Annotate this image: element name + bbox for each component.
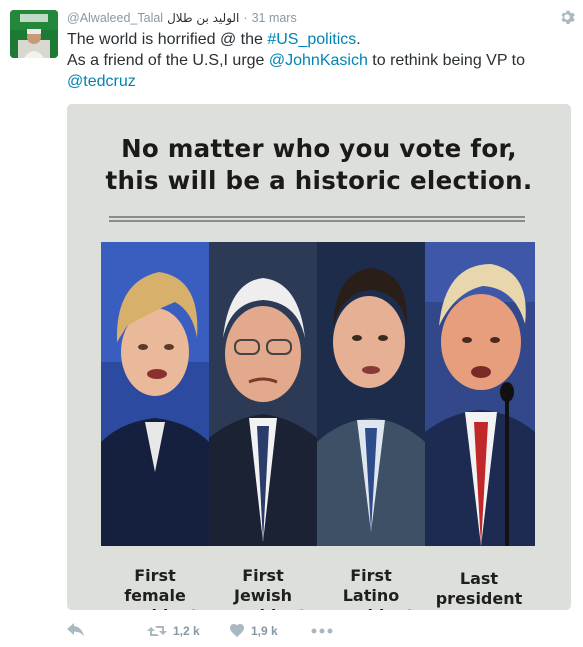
caption-3-line-1: First: [350, 566, 392, 585]
retweet-count: 1,2 k: [173, 624, 200, 638]
mention-link-johnkasich[interactable]: @JohnKasich: [269, 52, 368, 69]
image-headline-line-2: this will be a historic election.: [105, 166, 533, 195]
reply-button[interactable]: [67, 620, 147, 642]
caption-3-line-3: president: [321, 606, 421, 610]
like-count: 1,9 k: [251, 624, 278, 638]
text-segment: As a friend of the U.S,I urge: [67, 52, 269, 69]
caption-3-line-2: Latino: [342, 586, 400, 605]
tweet-text-line-1: The world is horrified @ the #US_politic…: [67, 29, 567, 50]
caption-2-line-2: Jewish: [234, 586, 292, 605]
separator: ·: [243, 11, 248, 25]
caption-4-line-1: Last: [459, 569, 499, 588]
text-segment: to rethink being VP to: [367, 52, 525, 69]
gear-icon[interactable]: [559, 9, 575, 25]
portrait-strip: [101, 242, 535, 546]
retweet-icon: [147, 626, 167, 636]
more-button[interactable]: [311, 620, 351, 642]
caption-4-line-2: president: [435, 589, 523, 608]
caption-1: First female president: [105, 566, 205, 610]
retweet-button[interactable]: 1,2 k: [147, 620, 229, 642]
portrait-4: [425, 242, 535, 546]
reply-icon: [67, 623, 84, 637]
hashtag-link[interactable]: #US_politics: [267, 31, 356, 48]
display-name[interactable]: الوليد بن طلال: [167, 11, 239, 25]
timestamp[interactable]: 31 mars: [252, 11, 297, 25]
caption-1-line-1: First: [134, 566, 176, 585]
portrait-2: [209, 242, 317, 546]
tweet-actions: 1,2 k 1,9 k: [67, 620, 351, 642]
caption-2: First Jewish president: [213, 566, 313, 610]
tweet-text-line-2: As a friend of the U.S,I urge @JohnKasic…: [67, 50, 567, 71]
tweet-text: The world is horrified @ the #US_politic…: [67, 29, 567, 92]
text-segment: The world is horrified @ the: [67, 31, 268, 48]
caption-1-line-3: president: [105, 606, 205, 610]
user-handle[interactable]: @Alwaleed_Talal: [67, 11, 163, 25]
tweet-header: @Alwaleed_Talal الوليد بن طلال · 31 mars: [67, 10, 297, 26]
more-icon: [311, 628, 333, 634]
tweet[interactable]: @Alwaleed_Talal الوليد بن طلال · 31 mars…: [0, 0, 583, 647]
caption-3: First Latino president: [321, 566, 421, 610]
headline-divider: [109, 216, 525, 222]
avatar[interactable]: [10, 10, 58, 58]
mention-link-tedcruz[interactable]: @tedcruz: [67, 73, 136, 90]
like-button[interactable]: 1,9 k: [229, 620, 311, 642]
portrait-1: [101, 242, 209, 546]
image-headline-line-1: No matter who you vote for,: [121, 134, 517, 163]
caption-2-line-1: First: [242, 566, 284, 585]
caption-4: Last president: [429, 569, 529, 609]
caption-1-line-2: female: [124, 586, 186, 605]
tweet-media-image[interactable]: No matter who you vote for, this will be…: [67, 104, 571, 610]
text-segment: .: [356, 31, 361, 48]
portrait-3: [317, 242, 425, 546]
tweet-text-line-3: @tedcruz: [67, 71, 567, 92]
heart-icon: [230, 624, 244, 638]
caption-2-line-3: president: [213, 606, 313, 610]
avatar-image: [10, 10, 58, 58]
